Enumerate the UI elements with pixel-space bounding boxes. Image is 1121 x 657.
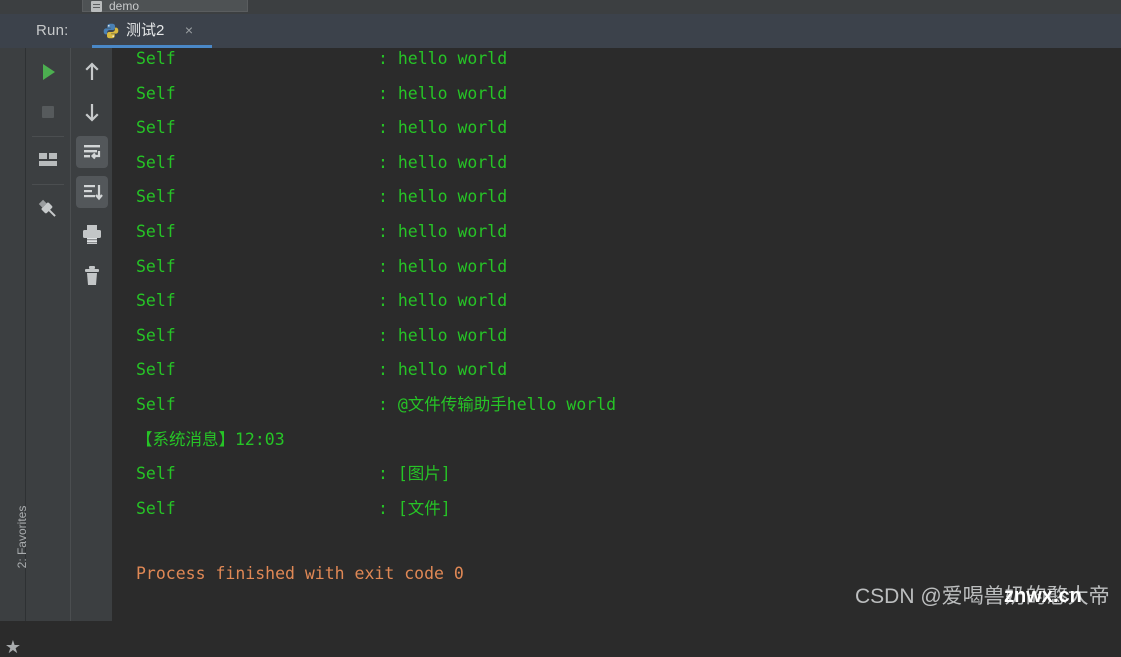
console-line-message: hello world xyxy=(397,222,508,241)
console-line-message: [图片] xyxy=(397,464,451,484)
console-line-message: hello world xyxy=(397,152,508,172)
console-chat-line: Self: hello world xyxy=(136,291,507,311)
console-line-speaker: Self xyxy=(136,152,176,172)
console-line-speaker: Self xyxy=(136,498,176,518)
console-line-speaker: Self xyxy=(136,187,176,207)
play-icon xyxy=(32,64,64,92)
console-line-message: @文件传输助手hello world xyxy=(397,395,617,414)
console-chat-line: Self: hello world xyxy=(136,49,507,69)
run-tab[interactable]: 测试2 × xyxy=(92,14,212,48)
console-line-speaker: Self xyxy=(136,291,176,311)
print-button[interactable] xyxy=(76,218,108,250)
editor-tab-label: demo xyxy=(109,0,140,13)
console-chat-line: Self: [文件] xyxy=(136,499,451,519)
stop-icon xyxy=(32,106,64,132)
console-line-separator: : xyxy=(378,325,398,345)
console-line-message: hello world xyxy=(397,83,508,103)
layout-icon xyxy=(32,153,64,180)
console-line-message: hello world xyxy=(397,256,508,276)
sidebar-item-favorites[interactable]: 2: Favorites xyxy=(0,478,29,608)
console-line-separator: : xyxy=(378,498,398,518)
editor-strip-right-filler xyxy=(628,0,1121,14)
console-line-speaker: Self xyxy=(136,395,176,414)
console-line-separator: : xyxy=(378,83,398,103)
arrow-down-icon xyxy=(76,104,108,132)
run-tab-title: 测试2 xyxy=(126,22,165,39)
toolbar-divider-1 xyxy=(32,136,64,137)
console-line-speaker: Self xyxy=(136,83,176,103)
run-tool-window-header: Run: 测试2 × xyxy=(0,14,1121,48)
console-line-message: hello world xyxy=(397,49,508,68)
console-chat-line: Self: [图片] xyxy=(136,464,451,484)
console-line-separator: : xyxy=(378,464,398,484)
console-chat-line: Self: hello world xyxy=(136,257,507,277)
console-line-separator: : xyxy=(378,187,398,207)
console-line-separator: : xyxy=(378,49,398,68)
console-line-message: hello world xyxy=(397,360,508,380)
console-chat-line: Self: hello world xyxy=(136,360,507,380)
console-line-message: hello world xyxy=(397,187,508,207)
editor-tab-demo[interactable]: demo xyxy=(82,0,248,13)
console-exit-line: Process finished with exit code 0 xyxy=(136,564,464,583)
console-chat-line: Self: hello world xyxy=(136,153,507,173)
star-icon[interactable]: ★ xyxy=(4,638,22,656)
close-icon[interactable]: × xyxy=(182,23,196,37)
arrow-up-icon xyxy=(76,62,108,92)
printer-icon xyxy=(76,225,108,254)
pin-icon xyxy=(32,199,64,229)
console-line-separator: : xyxy=(378,118,398,138)
console-line-speaker: Self xyxy=(136,360,176,380)
console-chat-line: Self: hello world xyxy=(136,326,507,346)
editor-strip-glyph-b xyxy=(936,2,944,12)
console-chat-line: Self: hello world xyxy=(136,187,507,207)
rerun-button[interactable] xyxy=(32,56,64,88)
console-chat-line: Self: @文件传输助手hello world xyxy=(136,395,616,415)
soft-wrap-button[interactable] xyxy=(76,136,108,168)
toolbar-divider-2 xyxy=(32,184,64,185)
console-line-message: [文件] xyxy=(397,498,451,518)
console-line-speaker: Self xyxy=(136,464,176,484)
console-line-separator: : xyxy=(378,291,398,311)
console-chat-line: Self: hello world xyxy=(136,118,507,138)
stop-button[interactable] xyxy=(32,96,64,128)
editor-strip-glyph-a xyxy=(870,2,878,12)
soft-wrap-icon xyxy=(76,145,108,172)
scroll-to-end-button[interactable] xyxy=(76,176,108,208)
console-line-message: hello world xyxy=(397,291,508,311)
file-icon xyxy=(91,1,102,12)
trash-icon xyxy=(76,266,108,296)
console-line-separator: : xyxy=(378,256,398,276)
console-line-speaker: Self xyxy=(136,222,176,241)
console-line-separator: : xyxy=(378,395,398,414)
python-icon xyxy=(103,23,119,39)
run-toolbar xyxy=(26,48,112,621)
console-line-speaker: Self xyxy=(136,118,176,138)
run-label: Run: xyxy=(36,22,69,39)
console-line-message: 【系统消息】12:03 xyxy=(136,429,285,449)
scroll-to-end-icon xyxy=(76,185,108,212)
restore-layout-button[interactable] xyxy=(32,144,64,176)
console-line-speaker: Self xyxy=(136,256,176,276)
console-line-separator: : xyxy=(378,222,398,241)
console-chat-line: Self: hello world xyxy=(136,222,507,242)
console-line-message: hello world xyxy=(397,325,508,345)
editor-strip-left-filler xyxy=(0,0,82,14)
down-stack-trace-button[interactable] xyxy=(76,96,108,128)
up-stack-trace-button[interactable] xyxy=(76,56,108,88)
editor-tab-strip: demo xyxy=(0,0,1121,14)
clear-all-button[interactable] xyxy=(76,260,108,292)
console-line-separator: : xyxy=(378,360,398,380)
tool-window-stripe-left: 2: Favorites ★ xyxy=(0,48,29,656)
console-line-speaker: Self xyxy=(136,49,176,68)
toolbar-column-divider xyxy=(70,48,71,621)
pin-tab-button[interactable] xyxy=(32,193,64,225)
console-line-message: hello world xyxy=(397,118,508,138)
console-system-line: 【系统消息】12:03 xyxy=(136,430,285,450)
console-line-separator: : xyxy=(378,152,398,172)
console-chat-line: Self: hello world xyxy=(136,84,507,104)
console-line-speaker: Self xyxy=(136,325,176,345)
run-console-output[interactable]: Self: hello world Self: hello world Self: … xyxy=(112,48,1121,621)
